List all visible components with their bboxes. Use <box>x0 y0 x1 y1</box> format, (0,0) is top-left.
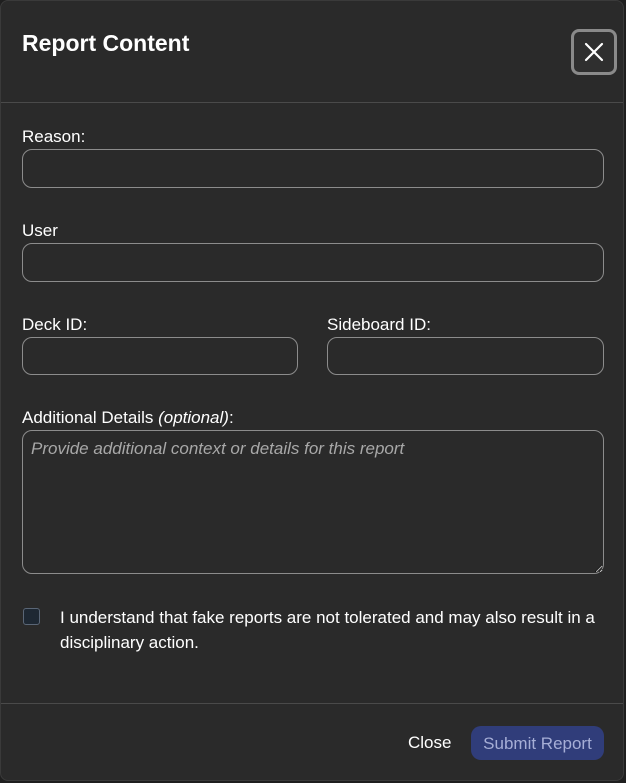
close-dialog-button[interactable] <box>571 29 617 75</box>
dialog-header: Report Content <box>1 1 623 103</box>
additional-details-label: Additional Details (optional): <box>22 408 234 428</box>
sideboard-id-label: Sideboard ID: <box>327 315 431 334</box>
close-icon <box>584 42 604 62</box>
reason-label: Reason: <box>22 127 86 146</box>
report-content-dialog: Report Content Reason: User Deck ID: Sid… <box>0 0 624 781</box>
optional-tag: (optional) <box>158 408 229 427</box>
submit-report-button[interactable]: Submit Report <box>471 726 604 760</box>
additional-details-label-text: Additional Details <box>22 408 159 427</box>
user-input[interactable] <box>22 243 604 282</box>
acknowledge-text: I understand that fake reports are not t… <box>60 608 595 652</box>
additional-details-textarea[interactable] <box>22 430 604 574</box>
label-colon: : <box>228 408 234 427</box>
close-button[interactable]: Close <box>394 726 465 760</box>
dialog-title: Report Content <box>22 30 190 56</box>
deck-id-input[interactable] <box>22 337 298 375</box>
reason-input[interactable] <box>22 149 604 188</box>
dialog-footer: Close Submit Report <box>1 703 623 780</box>
acknowledge-checkbox[interactable] <box>23 608 40 625</box>
deck-id-label: Deck ID: <box>22 315 88 334</box>
user-label: User <box>22 221 58 240</box>
sideboard-id-input[interactable] <box>327 337 604 375</box>
